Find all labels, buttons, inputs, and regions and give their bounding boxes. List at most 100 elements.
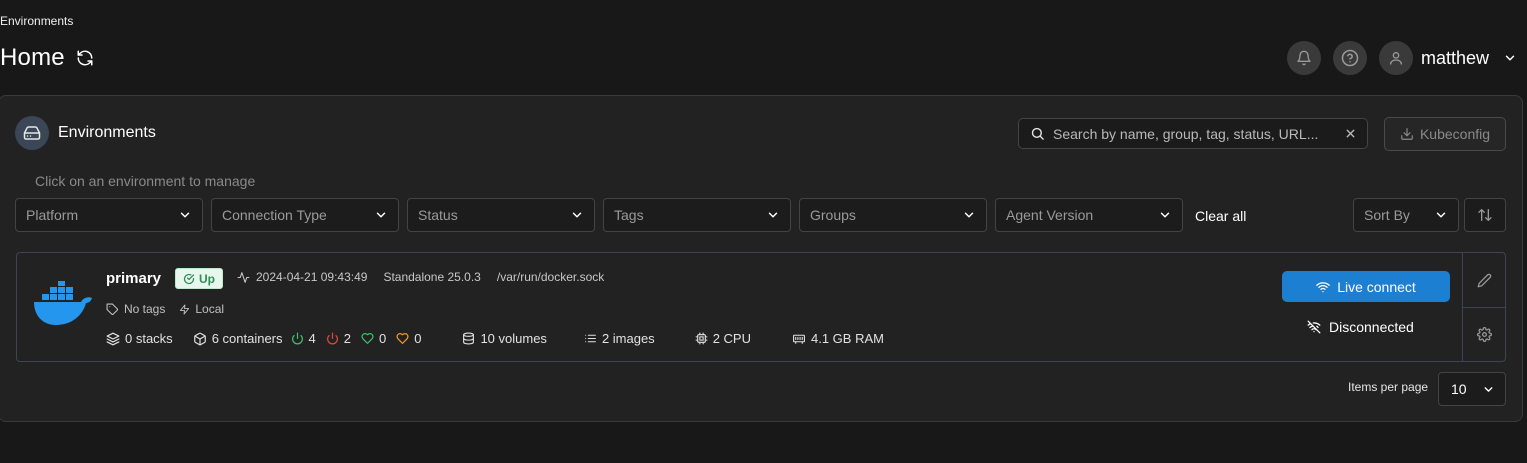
live-connect-button[interactable]: Live connect bbox=[1282, 271, 1450, 302]
activity-icon bbox=[237, 271, 250, 284]
zap-icon bbox=[179, 303, 190, 315]
filter-tags[interactable]: Tags bbox=[603, 198, 791, 232]
sort-by-select[interactable]: Sort By bbox=[1353, 198, 1459, 232]
environment-url: /var/run/docker.sock bbox=[496, 270, 605, 284]
connection-status: Disconnected bbox=[1307, 319, 1414, 335]
panel-title: Environments bbox=[58, 124, 156, 141]
panel-header: Environments bbox=[15, 116, 156, 150]
cpu-icon bbox=[695, 332, 708, 345]
panel-hint: Click on an environment to manage bbox=[35, 173, 256, 189]
chevron-down-icon bbox=[964, 212, 974, 218]
filter-label: Tags bbox=[614, 207, 644, 223]
connection-status-label: Disconnected bbox=[1329, 319, 1414, 335]
filter-status[interactable]: Status bbox=[407, 198, 595, 232]
clear-all-button[interactable]: Clear all bbox=[1195, 208, 1246, 224]
chevron-down-icon bbox=[1436, 212, 1446, 218]
filter-label: Status bbox=[418, 207, 458, 223]
location-label: Local bbox=[195, 302, 225, 316]
filter-connection-type[interactable]: Connection Type bbox=[211, 198, 399, 232]
chevron-down-icon bbox=[572, 212, 582, 218]
stacks-count: 0 stacks bbox=[125, 331, 173, 346]
chevron-down-icon bbox=[180, 212, 190, 218]
images-count: 2 images bbox=[601, 331, 655, 346]
chevron-down-icon[interactable] bbox=[1503, 51, 1517, 65]
search-icon bbox=[1031, 127, 1044, 140]
live-connect-label: Live connect bbox=[1337, 278, 1416, 295]
items-per-page-label: Items per page bbox=[1348, 380, 1429, 394]
environment-actions bbox=[1462, 253, 1506, 361]
layers-icon bbox=[106, 332, 120, 346]
unhealthy-count: 0 bbox=[414, 331, 422, 346]
help-icon bbox=[1341, 49, 1359, 67]
download-icon bbox=[1401, 128, 1413, 140]
environments-icon bbox=[15, 116, 49, 150]
filter-groups[interactable]: Groups bbox=[799, 198, 987, 232]
volumes-count: 10 volumes bbox=[480, 331, 547, 346]
edit-environment-button[interactable] bbox=[1463, 253, 1506, 307]
avatar[interactable] bbox=[1378, 41, 1413, 75]
search-input[interactable] bbox=[1053, 125, 1338, 142]
environment-stats: 0 stacks 6 containers 4 2 0 0 10 volumes… bbox=[106, 331, 884, 346]
ram-amount: 4.1 GB RAM bbox=[810, 331, 884, 346]
filter-label: Agent Version bbox=[1006, 207, 1094, 223]
list-icon bbox=[584, 332, 597, 345]
sort-order-button[interactable] bbox=[1464, 198, 1506, 232]
chevron-down-icon bbox=[376, 212, 386, 218]
environments-panel: Environments Kubeconfig Click on an envi… bbox=[0, 95, 1523, 422]
environment-card[interactable]: primary Up 2024-04-21 09:43:49 Standalon… bbox=[16, 252, 1506, 362]
kubeconfig-label: Kubeconfig bbox=[1419, 126, 1491, 142]
database-icon bbox=[462, 332, 475, 345]
filter-label: Platform bbox=[26, 207, 79, 223]
breadcrumb[interactable]: Environments bbox=[0, 14, 73, 28]
user-menu-area: matthew bbox=[1275, 41, 1517, 75]
running-count: 4 bbox=[308, 331, 316, 346]
sort-by-label: Sort By bbox=[1364, 207, 1410, 223]
chevron-down-icon bbox=[768, 212, 778, 218]
docker-logo-icon bbox=[33, 280, 95, 332]
power-running-icon bbox=[291, 332, 304, 345]
check-circle-icon bbox=[183, 273, 195, 284]
filter-label: Connection Type bbox=[222, 207, 327, 223]
last-check-timestamp: 2024-04-21 09:43:49 bbox=[256, 270, 368, 284]
username[interactable]: matthew bbox=[1421, 48, 1489, 69]
filter-bar: Platform Connection Type Status Tags Gro… bbox=[15, 198, 1191, 232]
environment-settings-button[interactable] bbox=[1463, 307, 1506, 361]
search-box[interactable] bbox=[1018, 118, 1368, 149]
cpu-count: 2 CPU bbox=[712, 331, 751, 346]
user-icon bbox=[1389, 52, 1402, 65]
pencil-icon bbox=[1477, 273, 1492, 287]
page-header: Home bbox=[0, 44, 95, 72]
filter-agent-version[interactable]: Agent Version bbox=[995, 198, 1183, 232]
gear-icon bbox=[1477, 327, 1492, 342]
filter-platform[interactable]: Platform bbox=[15, 198, 203, 232]
wifi-icon bbox=[1316, 281, 1331, 292]
clear-search-icon[interactable] bbox=[1344, 127, 1357, 140]
healthy-count: 0 bbox=[378, 331, 387, 346]
containers-count: 6 containers bbox=[211, 331, 283, 346]
memory-icon bbox=[792, 332, 806, 345]
tag-icon bbox=[106, 303, 119, 316]
bell-icon bbox=[1297, 50, 1311, 66]
status-badge: Up bbox=[175, 268, 223, 289]
heart-healthy-icon bbox=[361, 332, 374, 345]
help-button[interactable] bbox=[1332, 41, 1367, 75]
power-stopped-icon bbox=[326, 332, 339, 345]
kubeconfig-button[interactable]: Kubeconfig bbox=[1384, 117, 1506, 151]
environment-name: primary bbox=[106, 270, 162, 287]
wifi-off-icon bbox=[1307, 320, 1321, 334]
notifications-button[interactable] bbox=[1286, 41, 1321, 75]
environment-meta: 2024-04-21 09:43:49 Standalone 25.0.3 /v… bbox=[237, 270, 620, 284]
stopped-count: 2 bbox=[343, 331, 351, 346]
refresh-icon[interactable] bbox=[75, 48, 95, 68]
items-per-page-value: 10 bbox=[1451, 381, 1467, 397]
chevron-down-icon bbox=[1484, 386, 1493, 392]
page-title: Home bbox=[0, 44, 65, 71]
box-icon bbox=[193, 332, 207, 346]
chevron-down-icon bbox=[1160, 212, 1170, 218]
status-label: Up bbox=[199, 271, 215, 286]
environment-type: Standalone 25.0.3 bbox=[383, 270, 481, 284]
environment-tags-row: No tags Local bbox=[106, 302, 238, 316]
sort-arrows-icon bbox=[1478, 209, 1492, 221]
items-per-page-select[interactable]: 10 bbox=[1438, 372, 1506, 406]
tags-label: No tags bbox=[124, 302, 166, 316]
